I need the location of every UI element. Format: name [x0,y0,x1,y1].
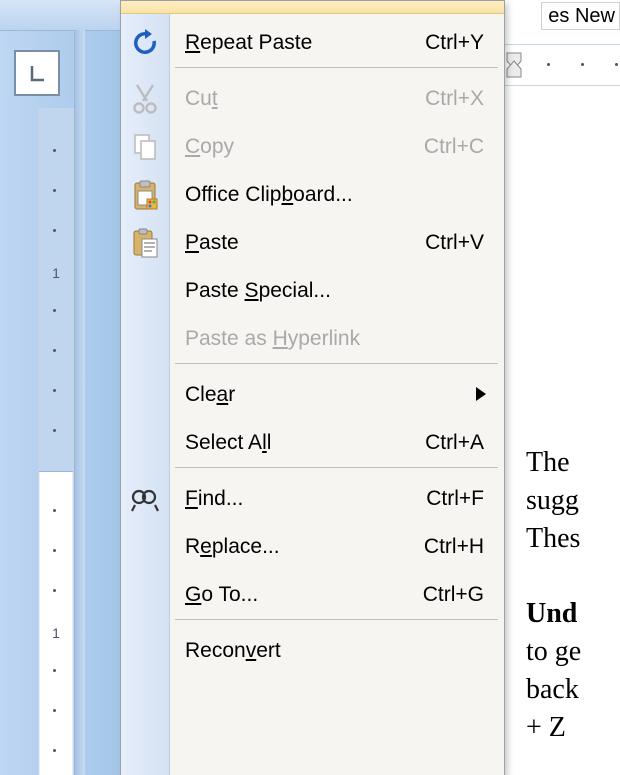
menu-item-shortcut: Ctrl+G [423,571,484,619]
vertical-ruler[interactable]: 1 1 [38,108,74,775]
font-name-combobox[interactable]: es New [541,2,620,30]
menu-item: Copy Ctrl+C [121,123,504,171]
doc-line: sugg [526,485,579,516]
menu-item: Cut Ctrl+X [121,75,504,123]
left-rail-divider [74,30,85,775]
menu-item[interactable]: Go To... Ctrl+G [121,571,504,619]
ruler-tick [53,749,56,752]
menu-item[interactable]: Find... Ctrl+F [121,475,504,523]
app-root: 1 1 es New The sugg Thes Und to ge back … [0,0,620,775]
submenu-arrow-icon [476,387,486,401]
ruler-tick [53,669,56,672]
menu-item[interactable]: Paste Ctrl+V [121,219,504,267]
clipboard-office-icon [129,179,161,211]
menu-item-label: Paste as Hyperlink [185,315,360,363]
document-text[interactable]: The sugg Thes Und to ge back + Z [526,444,620,746]
menu-item[interactable]: Clear [121,371,504,419]
ruler-tick [53,309,56,312]
menu-item-label: Clear [185,371,235,419]
menu-item[interactable]: Paste Special... [121,267,504,315]
menu-item[interactable]: Repeat Paste Ctrl+Y [121,19,504,67]
doc-line-bold: Und [526,598,577,629]
menu-separator [175,67,498,68]
find-icon [129,483,161,515]
ruler-label: 1 [48,265,64,281]
menu-separator [175,363,498,364]
doc-line: + Z [526,712,566,743]
menu-item-label: Select All [185,419,271,467]
ruler-tick [53,389,56,392]
menu-item-shortcut: Ctrl+V [425,219,484,267]
menu-item[interactable]: Reconvert [121,627,504,675]
ruler-tick [53,709,56,712]
menu-separator [175,467,498,468]
menu-item-label: Reconvert [185,627,281,675]
menu-item-shortcut: Ctrl+F [426,475,484,523]
tab-selector-button[interactable] [14,50,60,96]
horizontal-ruler[interactable] [503,44,620,86]
ruler-tick [53,429,56,432]
ruler-label: 1 [48,625,64,641]
ruler-tick [547,63,550,66]
menu-item-shortcut: Ctrl+X [425,75,484,123]
menu-item-label: Replace... [185,523,280,571]
menu-separator [175,619,498,620]
vertical-ruler-margin [39,109,73,472]
menu-item-label: Repeat Paste [185,19,312,67]
menu-item-shortcut: Ctrl+Y [425,19,484,67]
ruler-tick [581,63,584,66]
ruler-tick [53,149,56,152]
menu-item: Paste as Hyperlink [121,315,504,363]
menu-item-label: Copy [185,123,234,171]
menu-item-label: Find... [185,475,243,523]
ruler-tick [53,549,56,552]
ruler-tick [53,349,56,352]
menu-item[interactable]: Replace... Ctrl+H [121,523,504,571]
left-toolbar-top [0,0,120,31]
menu-item-label: Office Clipboard... [185,171,353,219]
copy-icon [129,131,161,163]
ruler-tick [53,589,56,592]
doc-line: back [526,674,579,705]
repeat-icon [129,27,161,59]
font-name-text: es New [548,5,615,28]
doc-line: Thes [526,523,580,554]
menu-item-shortcut: Ctrl+C [424,123,484,171]
paste-icon [129,227,161,259]
cut-icon [129,83,161,115]
menu-item-label: Paste Special... [185,267,331,315]
menu-item[interactable]: Select All Ctrl+A [121,419,504,467]
ruler-tick [53,229,56,232]
menu-title-bar [121,1,504,14]
menu-item-label: Go To... [185,571,258,619]
menu-item-shortcut: Ctrl+A [425,419,484,467]
indent-marker-icon[interactable] [505,51,523,79]
doc-line: to ge [526,636,581,667]
menu-item-label: Paste [185,219,239,267]
ruler-tick [615,63,618,66]
menu-item[interactable]: Office Clipboard... [121,171,504,219]
ruler-tick [53,509,56,512]
menu-item-shortcut: Ctrl+H [424,523,484,571]
edit-menu: Repeat Paste Ctrl+Y Cut Ctrl+X Copy Ctrl+C Off… [120,0,505,775]
ruler-tick [53,189,56,192]
menu-item-label: Cut [185,75,218,123]
tab-L-icon [27,63,47,83]
doc-line: The [526,447,570,478]
